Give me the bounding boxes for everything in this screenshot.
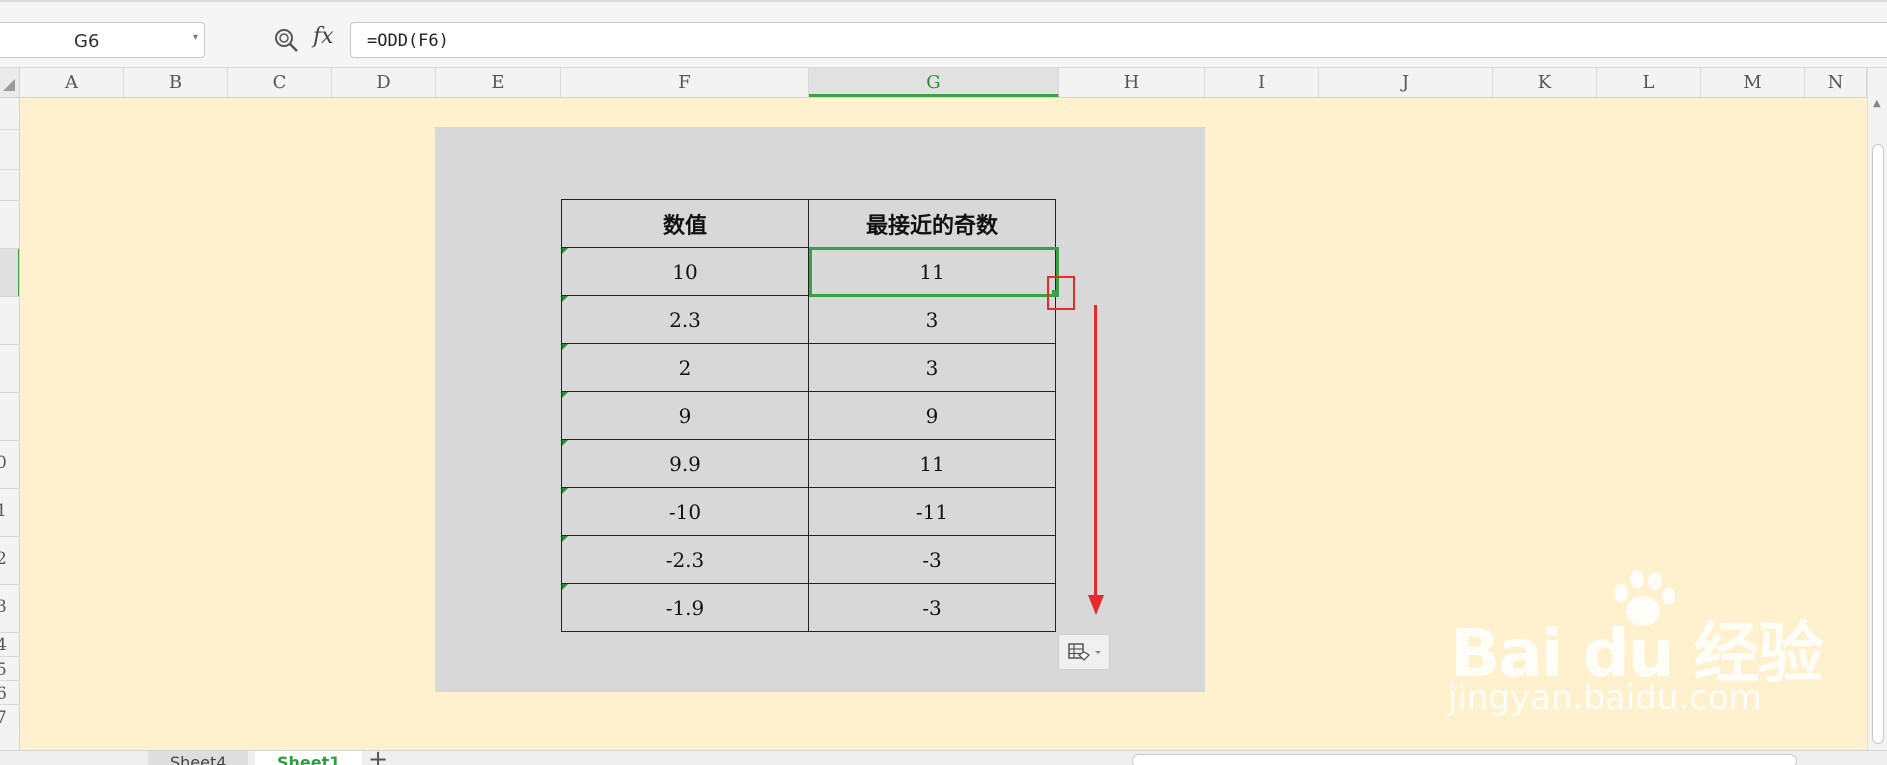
cell-g12[interactable]: -3 (808, 535, 1056, 584)
cell-f6[interactable]: 10 (561, 247, 809, 296)
column-m[interactable]: M (1701, 68, 1805, 97)
column-a[interactable]: A (20, 68, 124, 97)
cell-g11[interactable]: -11 (808, 487, 1056, 536)
row-header: 0 1 2 3 4 5 6 7 (0, 98, 20, 750)
row-number[interactable]: 7 (0, 708, 16, 728)
table-row: 2 3 (561, 343, 1056, 392)
column-f[interactable]: F (561, 68, 809, 97)
cell-g7[interactable]: 3 (808, 295, 1056, 344)
cell-f10[interactable]: 9.9 (561, 439, 809, 488)
column-b[interactable]: B (124, 68, 228, 97)
selected-cell-outline (809, 247, 1059, 297)
table-header-row: 数值 最接近的奇数 (561, 199, 1056, 248)
horizontal-scroll-thumb[interactable] (1132, 754, 1797, 765)
cell-g8[interactable]: 3 (808, 343, 1056, 392)
formula-input[interactable]: =ODD(F6) (350, 22, 1887, 58)
cell-g10[interactable]: 11 (808, 439, 1056, 488)
column-c[interactable]: C (228, 68, 332, 97)
column-d[interactable]: D (332, 68, 436, 97)
column-k[interactable]: K (1493, 68, 1597, 97)
select-all-icon[interactable] (0, 68, 20, 97)
scroll-up-icon[interactable]: ▲ (1873, 98, 1881, 109)
autofill-options-button[interactable] (1058, 634, 1110, 670)
column-header: A B C D E F G H I J K L M N (0, 68, 1887, 98)
zoom-icon[interactable] (272, 26, 300, 54)
annotation-box (1047, 276, 1075, 310)
column-g[interactable]: G (809, 68, 1059, 97)
row-number[interactable]: 3 (0, 597, 16, 617)
sheet-tab-bar: Sheet4 Sheet1 + (0, 750, 1887, 765)
cell-f9[interactable]: 9 (561, 391, 809, 440)
add-sheet-button[interactable]: + (368, 751, 388, 765)
name-box-value: G6 (74, 31, 100, 52)
table-row: -10 -11 (561, 487, 1056, 536)
row-number[interactable]: 2 (0, 549, 16, 569)
autofill-options-icon (1068, 643, 1101, 661)
row-number[interactable]: 5 (0, 660, 16, 680)
tab-sheet1[interactable]: Sheet1 (255, 751, 363, 765)
cell-f12[interactable]: -2.3 (561, 535, 809, 584)
header-cell-value[interactable]: 数值 (561, 199, 809, 248)
table-row: -1.9 -3 (561, 583, 1056, 632)
formula-bar: G6 ▾ fx =ODD(F6) (0, 0, 1887, 68)
chevron-down-icon[interactable]: ▾ (193, 32, 198, 43)
vertical-scroll-thumb[interactable] (1872, 144, 1884, 744)
column-e[interactable]: E (436, 68, 561, 97)
table-row: -2.3 -3 (561, 535, 1056, 584)
column-j[interactable]: J (1319, 68, 1493, 97)
watermark-url: jingyan.baidu.com (1448, 678, 1762, 718)
cell-g13[interactable]: -3 (808, 583, 1056, 632)
column-i[interactable]: I (1205, 68, 1319, 97)
column-l[interactable]: L (1597, 68, 1701, 97)
table-row: 9 9 (561, 391, 1056, 440)
row-number[interactable]: 0 (0, 453, 16, 473)
cell-f8[interactable]: 2 (561, 343, 809, 392)
tab-sheet4[interactable]: Sheet4 (148, 751, 249, 765)
row-number[interactable]: 1 (0, 501, 16, 521)
cell-g9[interactable]: 9 (808, 391, 1056, 440)
cell-f11[interactable]: -10 (561, 487, 809, 536)
row-selected[interactable] (0, 248, 19, 296)
header-cell-nearest-odd[interactable]: 最接近的奇数 (808, 199, 1056, 248)
table-row: 2.3 3 (561, 295, 1056, 344)
annotation-arrow (1094, 305, 1097, 595)
column-n[interactable]: N (1805, 68, 1867, 97)
row-number[interactable]: 4 (0, 635, 16, 655)
fx-icon[interactable]: fx (313, 24, 334, 49)
cell-f7[interactable]: 2.3 (561, 295, 809, 344)
table-row: 9.9 11 (561, 439, 1056, 488)
vertical-scrollbar[interactable]: ▲ (1867, 68, 1887, 750)
annotation-arrow-head (1088, 595, 1104, 615)
row-number[interactable]: 6 (0, 684, 16, 704)
baidu-watermark: Bai du 经验 jingyan.baidu.com (1440, 560, 1840, 730)
name-box[interactable]: G6 ▾ (0, 22, 205, 58)
cell-f13[interactable]: -1.9 (561, 583, 809, 632)
column-h[interactable]: H (1059, 68, 1205, 97)
formula-text: =ODD(F6) (367, 31, 449, 51)
